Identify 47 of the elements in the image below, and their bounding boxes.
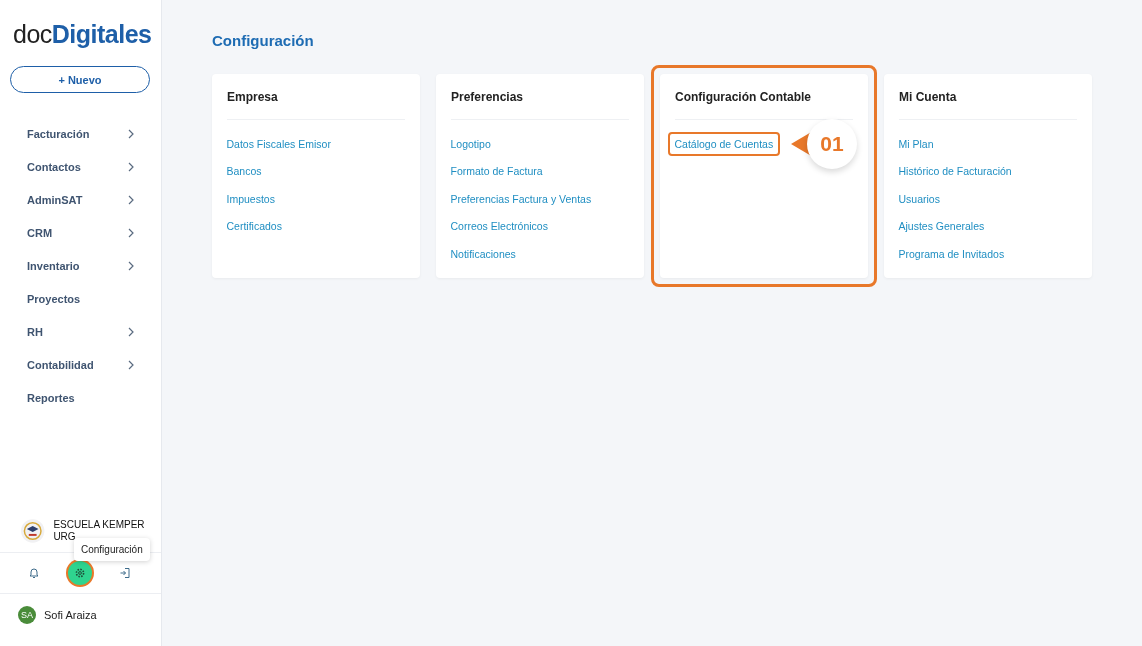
chevron-right-icon	[128, 227, 134, 238]
settings-link[interactable]: Logotipo	[443, 131, 498, 156]
settings-link[interactable]: Usuarios	[891, 186, 947, 211]
gear-icon	[73, 567, 86, 579]
nav-item[interactable]: Contactos	[27, 160, 81, 173]
nav-item[interactable]: AdminSAT	[27, 193, 83, 206]
settings-button[interactable]	[67, 561, 92, 585]
settings-link[interactable]: Histórico de Facturación	[891, 159, 1019, 184]
settings-link[interactable]: Bancos	[219, 159, 269, 184]
settings-link[interactable]: Mi Plan	[891, 131, 941, 156]
logout-icon	[119, 567, 131, 579]
chevron-right-icon	[128, 161, 134, 172]
user-name: Sofi Araiza	[44, 609, 97, 621]
card-title: Preferencias	[451, 90, 629, 120]
school-emblem-icon	[20, 518, 46, 544]
step-badge: 01	[807, 119, 857, 169]
nav-item[interactable]: CRM	[27, 226, 53, 239]
card-title: Configuración Contable	[675, 90, 853, 120]
card-title: Mi Cuenta	[899, 90, 1077, 120]
settings-link[interactable]: Catálogo de Cuentas	[667, 131, 781, 156]
settings-link[interactable]: Preferencias Factura y Ventas	[443, 186, 599, 211]
settings-link[interactable]: Impuestos	[219, 186, 282, 211]
settings-link[interactable]: Datos Fiscales Emisor	[219, 131, 338, 156]
settings-link[interactable]: Ajustes Generales	[891, 214, 992, 239]
chevron-right-icon	[128, 326, 134, 337]
chevron-right-icon	[128, 194, 134, 205]
new-button[interactable]: + Nuevo	[10, 66, 150, 93]
nav-item[interactable]: Inventario	[27, 259, 80, 272]
user-avatar: SA	[18, 606, 36, 624]
settings-link[interactable]: Notificaciones	[443, 241, 523, 266]
page-title: Configuración	[212, 32, 315, 49]
settings-link[interactable]: Correos Electrónicos	[443, 214, 555, 239]
logo: docDigitales	[13, 20, 153, 49]
chevron-right-icon	[128, 128, 134, 139]
tooltip: Configuración	[74, 538, 150, 561]
nav-item[interactable]: Facturación	[27, 127, 90, 140]
nav-item[interactable]: RH	[27, 325, 43, 338]
nav-item[interactable]: Reportes	[27, 391, 75, 404]
bell-icon	[28, 567, 40, 579]
card-title: Empresa	[227, 90, 405, 120]
chevron-right-icon	[128, 260, 134, 271]
nav-item[interactable]: Contabilidad	[27, 358, 94, 371]
chevron-right-icon	[128, 359, 134, 370]
settings-link[interactable]: Programa de Invitados	[891, 241, 1012, 266]
settings-link[interactable]: Formato de Factura	[443, 159, 550, 184]
settings-link[interactable]: Certificados	[219, 214, 289, 239]
nav-item[interactable]: Proyectos	[27, 292, 81, 305]
